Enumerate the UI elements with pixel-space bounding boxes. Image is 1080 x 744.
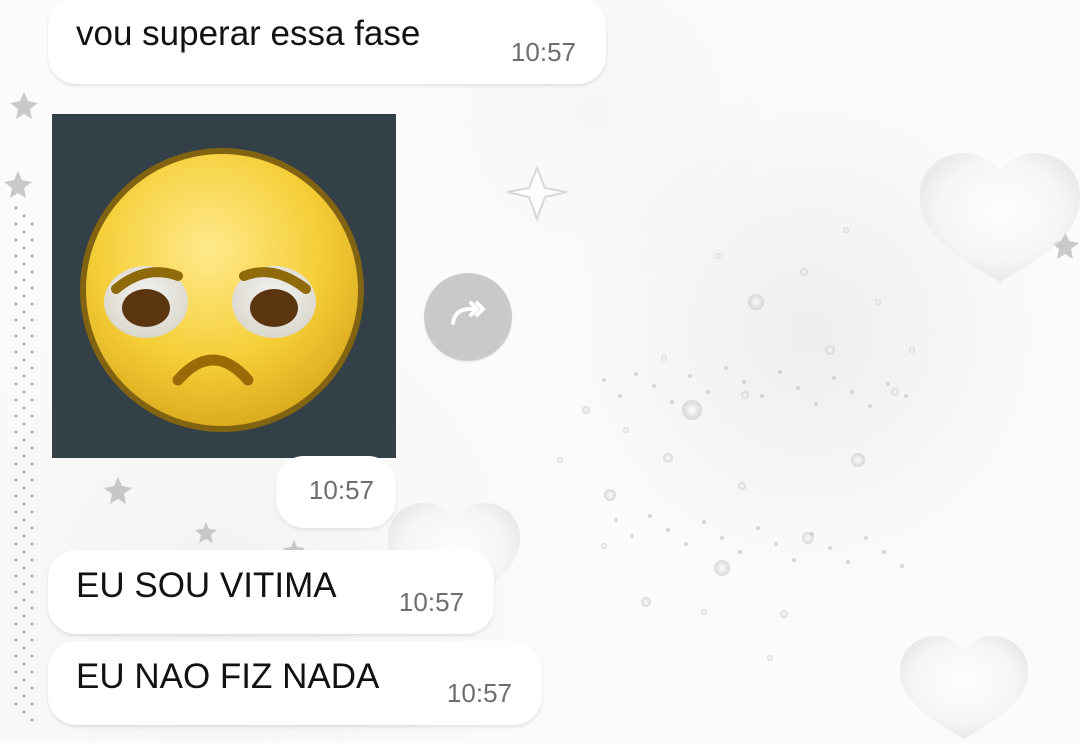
forward-icon (451, 301, 485, 325)
incoming-message-bubble-1[interactable]: vou superar essa fase 10:57 (48, 0, 606, 84)
message-time-1: 10:57 (510, 37, 576, 67)
incoming-message-bubble-4[interactable]: EU NAO FIZ NADA 10:57 (48, 641, 542, 725)
sad-face-sticker-icon (52, 114, 396, 458)
forward-button[interactable] (424, 273, 512, 361)
message-text-1: vou superar essa fase (76, 14, 421, 53)
message-time-2: 10:57 (308, 475, 374, 505)
message-text-4: EU NAO FIZ NADA (76, 657, 380, 696)
message-time-4: 10:57 (446, 678, 512, 708)
message-text-3: EU SOU VITIMA (76, 566, 337, 605)
message-time-3: 10:57 (398, 587, 464, 617)
chat-conversation: vou superar essa fase 10:57 10:57 EU SOU… (0, 0, 1080, 739)
incoming-message-bubble-3[interactable]: EU SOU VITIMA 10:57 (48, 550, 494, 634)
sad-face-sticker[interactable] (52, 114, 396, 458)
sticker-time-bubble: 10:57 (276, 456, 396, 528)
